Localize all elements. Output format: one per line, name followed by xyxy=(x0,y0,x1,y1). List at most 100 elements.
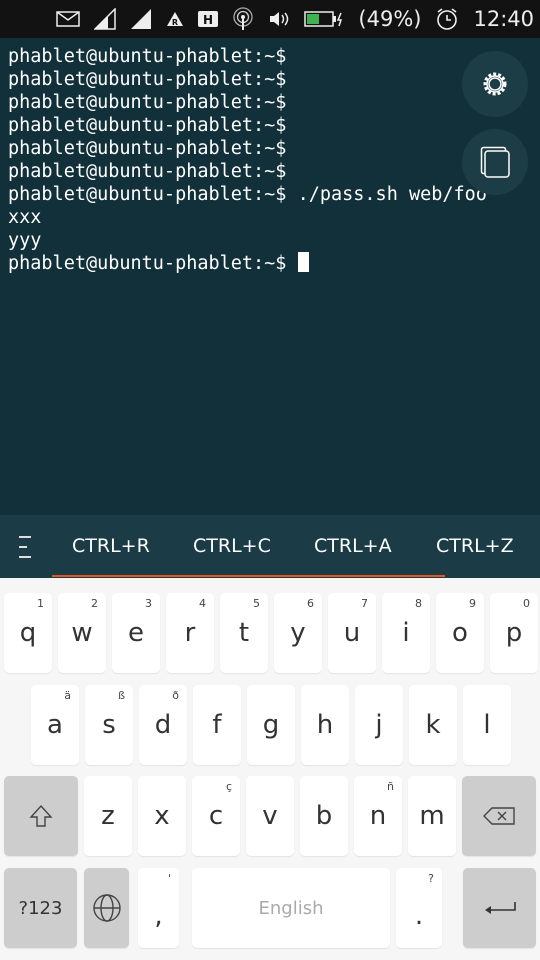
key-label: u xyxy=(343,618,361,648)
key-u[interactable]: u7 xyxy=(328,593,376,673)
on-screen-keyboard: q1w2e3r4t5y6u7i8o9p0aäsßdðfghjklzxcçvbnñ… xyxy=(0,578,540,960)
shortcut-ctrl-r[interactable]: CTRL+R xyxy=(72,535,150,557)
key-label: m xyxy=(419,801,445,831)
symbols-key[interactable]: ?123 xyxy=(4,868,77,948)
battery-percent: (49%) xyxy=(358,7,422,31)
terminal-line: phablet@ubuntu-phablet:~$ xyxy=(8,138,287,159)
key-label: v xyxy=(262,801,278,831)
shortcut-bar: CTRL+R CTRL+C CTRL+A CTRL+Z xyxy=(0,515,540,578)
shift-key[interactable] xyxy=(4,776,78,856)
key-alt-label: ß xyxy=(118,689,125,702)
key-s[interactable]: sß xyxy=(85,685,133,765)
key-alt-label: ä xyxy=(64,689,71,702)
tabs-button[interactable] xyxy=(462,129,528,195)
key-k[interactable]: k xyxy=(409,685,457,765)
key-p[interactable]: p0 xyxy=(490,593,538,673)
key-r[interactable]: r4 xyxy=(166,593,214,673)
key-label: q xyxy=(19,618,37,648)
shortcut-ctrl-z[interactable]: CTRL+Z xyxy=(436,535,514,557)
key-q[interactable]: q1 xyxy=(4,593,52,673)
key-label: i xyxy=(402,618,410,648)
key-label: r xyxy=(184,618,196,648)
terminal-prompt: phablet@ubuntu-phablet:~$ xyxy=(8,253,298,274)
terminal-line: phablet@ubuntu-phablet:~$ xyxy=(8,46,287,67)
key-b[interactable]: b xyxy=(300,776,348,856)
key-alt-label: 2 xyxy=(91,597,98,610)
key-label: l xyxy=(483,710,491,740)
terminal-line: phablet@ubuntu-phablet:~$ xyxy=(8,69,287,90)
key-a[interactable]: aä xyxy=(31,685,79,765)
key-label: j xyxy=(375,710,383,740)
terminal-line: yyy xyxy=(8,230,42,251)
mail-icon xyxy=(56,11,81,27)
hspa-icon: H xyxy=(198,11,219,27)
terminal-prompt-line: phablet@ubuntu-phablet:~$ xyxy=(8,252,540,275)
terminal-line: phablet@ubuntu-phablet:~$ xyxy=(8,115,287,136)
key-v[interactable]: v xyxy=(246,776,294,856)
key-alt-label: 4 xyxy=(199,597,206,610)
key-label: x xyxy=(154,801,170,831)
key-label: e xyxy=(128,618,144,648)
key-f[interactable]: f xyxy=(193,685,241,765)
terminal-line: phablet@ubuntu-phablet:~$ xyxy=(8,92,287,113)
signal-full-icon xyxy=(130,8,152,30)
space-key[interactable]: English xyxy=(192,868,390,948)
settings-button[interactable] xyxy=(462,51,528,117)
key-j[interactable]: j xyxy=(355,685,403,765)
backspace-icon xyxy=(483,807,515,825)
copy-icon xyxy=(480,146,510,178)
key-label: p xyxy=(505,618,523,648)
key-e[interactable]: e3 xyxy=(112,593,160,673)
language-key[interactable] xyxy=(84,868,129,948)
key-label: g xyxy=(262,710,280,740)
clock: 12:40 xyxy=(473,7,534,31)
backspace-key[interactable] xyxy=(462,776,536,856)
key-c[interactable]: cç xyxy=(192,776,240,856)
enter-key[interactable] xyxy=(463,868,536,948)
key-alt-label: 9 xyxy=(469,597,476,610)
key-o[interactable]: o9 xyxy=(436,593,484,673)
terminal-output[interactable]: phablet@ubuntu-phablet:~$ phablet@ubuntu-… xyxy=(0,38,540,515)
key-z[interactable]: z xyxy=(84,776,132,856)
key-alt-label: 6 xyxy=(307,597,314,610)
key-label: s xyxy=(102,710,116,740)
shift-icon xyxy=(29,804,53,827)
key-g[interactable]: g xyxy=(247,685,295,765)
key-label: f xyxy=(212,710,222,740)
key-label: t xyxy=(238,618,250,648)
menu-icon[interactable] xyxy=(19,535,33,559)
scroll-indicator xyxy=(52,575,445,577)
key-alt-label: ç xyxy=(225,780,232,793)
key-y[interactable]: y6 xyxy=(274,593,322,673)
comma-key[interactable]: , ' xyxy=(138,868,179,948)
battery-charging-icon xyxy=(304,10,344,28)
period-key[interactable]: .? xyxy=(396,868,442,948)
shortcut-ctrl-c[interactable]: CTRL+C xyxy=(193,535,271,557)
key-x[interactable]: x xyxy=(138,776,186,856)
key-h[interactable]: h xyxy=(301,685,349,765)
key-i[interactable]: i8 xyxy=(382,593,430,673)
period-alt: ? xyxy=(428,872,434,885)
key-alt-label: ñ xyxy=(387,780,394,793)
key-t[interactable]: t5 xyxy=(220,593,268,673)
key-label: b xyxy=(315,801,333,831)
key-label: h xyxy=(316,710,334,740)
key-alt-label: 7 xyxy=(361,597,368,610)
key-alt-label: 3 xyxy=(145,597,152,610)
terminal-line: xxx xyxy=(8,207,42,228)
key-l[interactable]: l xyxy=(463,685,511,765)
shortcut-ctrl-a[interactable]: CTRL+A xyxy=(314,535,392,557)
key-label: o xyxy=(452,618,468,648)
key-n[interactable]: nñ xyxy=(354,776,402,856)
key-label: y xyxy=(290,618,306,648)
key-label: n xyxy=(369,801,387,831)
terminal-line: phablet@ubuntu-phablet:~$ ./pass.sh web/… xyxy=(8,184,487,205)
key-m[interactable]: m xyxy=(408,776,456,856)
key-d[interactable]: dð xyxy=(139,685,187,765)
svg-text:H: H xyxy=(203,13,213,27)
key-label: d xyxy=(154,710,172,740)
comma-alt: ' xyxy=(167,872,171,885)
key-w[interactable]: w2 xyxy=(58,593,106,673)
gear-icon xyxy=(483,72,507,96)
key-alt-label: 5 xyxy=(253,597,260,610)
